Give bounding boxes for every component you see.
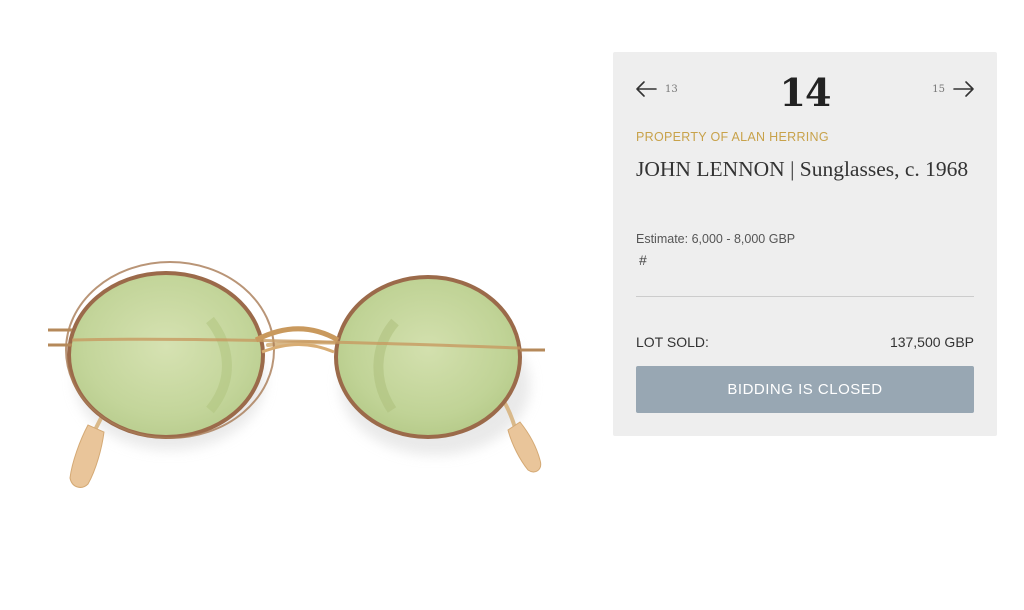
arrow-right-icon <box>953 80 975 98</box>
lot-sold-price: 137,500 GBP <box>889 334 974 350</box>
lot-sold-label: LOT SOLD: <box>636 334 709 350</box>
lot-image[interactable] <box>0 0 590 610</box>
hash-link[interactable]: # <box>639 252 647 268</box>
lot-info-panel: 13 14 15 PROPERTY OF ALAN HERRING JOHN L… <box>613 52 997 436</box>
next-lot-link[interactable]: 15 <box>932 80 975 98</box>
sunglasses-image <box>48 261 545 488</box>
divider <box>636 296 974 297</box>
estimate-text: Estimate: 6,000 - 8,000 GBP <box>636 232 796 246</box>
next-lot-number: 15 <box>932 83 945 95</box>
provenance-label: PROPERTY OF ALAN HERRING <box>636 130 829 144</box>
lot-page: 13 14 15 PROPERTY OF ALAN HERRING JOHN L… <box>0 0 1024 610</box>
bidding-closed-button[interactable]: BIDDING IS CLOSED <box>636 366 974 413</box>
lot-title: JOHN LENNON | Sunglasses, c. 1968 <box>636 157 969 181</box>
lot-navigation: 13 14 15 <box>613 52 997 132</box>
